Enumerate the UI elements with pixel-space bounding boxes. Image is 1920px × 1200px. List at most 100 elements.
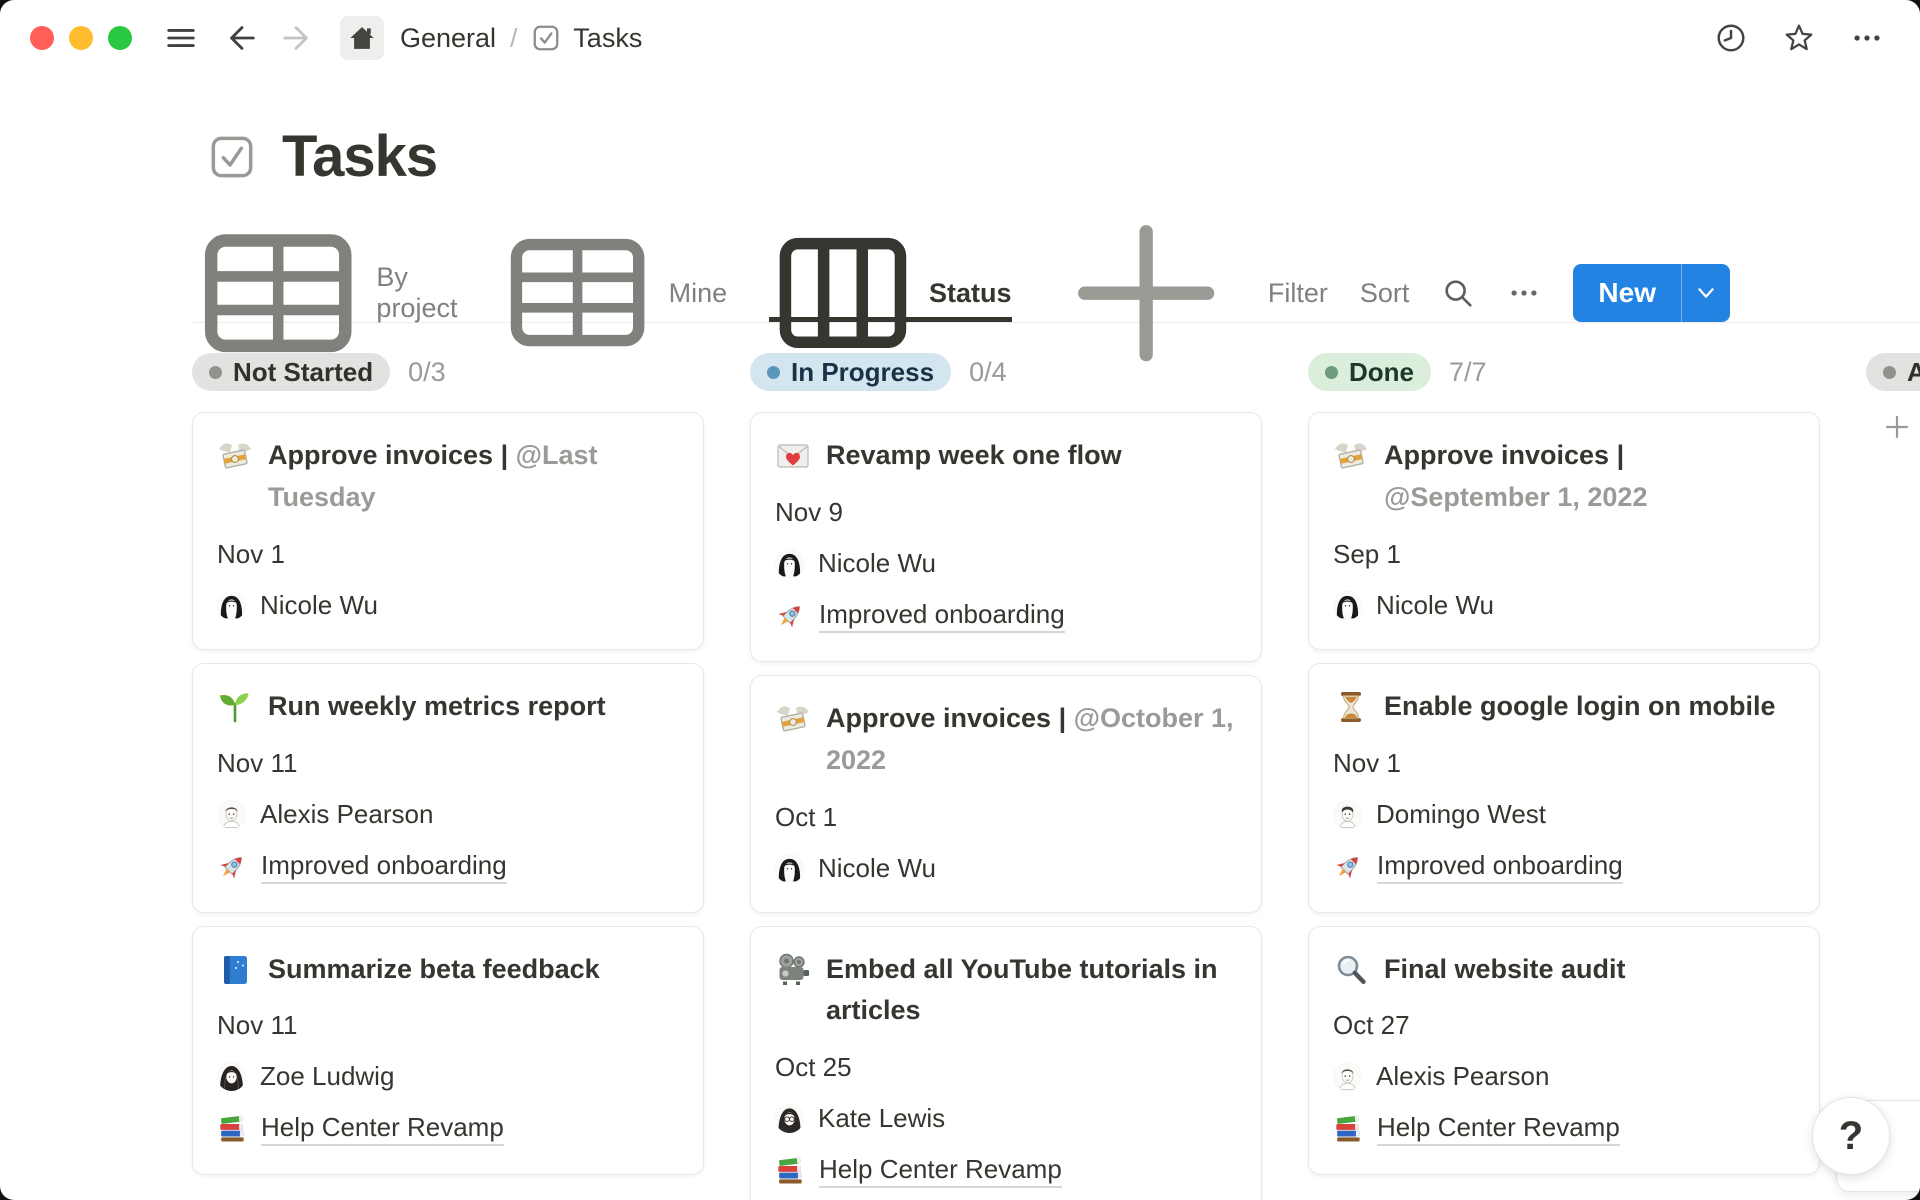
status-label: A xyxy=(1907,357,1920,388)
card-title-text: Final website audit xyxy=(1384,954,1626,984)
tab-by-project[interactable]: By project xyxy=(192,264,457,322)
add-view-button[interactable] xyxy=(1054,264,1238,322)
help-button[interactable]: ? xyxy=(1812,1097,1890,1175)
task-card[interactable]: Embed all YouTube tutorials in articlesO… xyxy=(750,926,1262,1200)
card-title: Approve invoices | @October 1, 2022 xyxy=(826,698,1237,782)
card-title: Embed all YouTube tutorials in articles xyxy=(826,949,1237,1033)
status-pill[interactable]: Not Started xyxy=(192,353,390,391)
search-button[interactable] xyxy=(1441,276,1475,310)
card-date: Nov 1 xyxy=(217,539,679,570)
card-date: Nov 1 xyxy=(1333,748,1795,779)
breadcrumb-root[interactable]: General xyxy=(400,23,496,54)
search-icon xyxy=(1441,276,1475,310)
project-row: Help Center Revamp xyxy=(1333,1112,1795,1146)
status-dot-icon xyxy=(1325,366,1338,379)
card-mention: @September 1, 2022 xyxy=(1384,482,1647,512)
card-title-text: Revamp week one flow xyxy=(826,440,1122,470)
filter-button[interactable]: Filter xyxy=(1268,278,1328,309)
assignee-name: Domingo West xyxy=(1376,799,1546,830)
forward-button[interactable] xyxy=(280,21,314,55)
assignee-row: Kate Lewis xyxy=(775,1103,1237,1134)
project-link[interactable]: Improved onboarding xyxy=(1377,850,1623,884)
view-tabbar: By project Mine Status Filter Sort New xyxy=(192,264,1920,323)
star-icon xyxy=(1782,21,1816,55)
hourglass-icon xyxy=(1333,689,1369,725)
avatar-domingo-west xyxy=(1333,800,1362,829)
project-link[interactable]: Help Center Revamp xyxy=(261,1112,504,1146)
card-title-row: Run weekly metrics report xyxy=(217,686,679,728)
board-column-done: Done 7/7 Approve invoices | @September 1, … xyxy=(1308,352,1820,1200)
column-header: A xyxy=(1866,352,1920,392)
back-button[interactable] xyxy=(224,21,258,55)
card-title: Approve invoices | @Last Tuesday xyxy=(268,435,679,519)
project-link[interactable]: Improved onboarding xyxy=(261,850,507,884)
card-title-text: Approve invoices | xyxy=(268,440,508,470)
sort-button[interactable]: Sort xyxy=(1360,278,1410,309)
tab-label: Mine xyxy=(669,278,728,309)
traffic-light-close[interactable] xyxy=(30,26,54,50)
card-date: Sep 1 xyxy=(1333,539,1795,570)
task-card[interactable]: Run weekly metrics reportNov 11Alexis Pe… xyxy=(192,663,704,913)
avatar-zoe-ludwig xyxy=(217,1062,246,1091)
menu-button[interactable] xyxy=(164,21,198,55)
card-title-text: Run weekly metrics report xyxy=(268,691,606,721)
column-count: 7/7 xyxy=(1449,357,1487,388)
assignee-row: Alexis Pearson xyxy=(217,799,679,830)
hamburger-icon xyxy=(164,21,198,55)
status-pill[interactable]: In Progress xyxy=(750,353,951,391)
card-title-text: Embed all YouTube tutorials in articles xyxy=(826,954,1218,1026)
view-options-button[interactable] xyxy=(1507,276,1541,310)
card-date: Nov 9 xyxy=(775,497,1237,528)
new-button[interactable]: New xyxy=(1573,264,1681,322)
card-date: Nov 11 xyxy=(217,1010,679,1041)
task-card[interactable]: Enable google login on mobile Nov 1 Doming… xyxy=(1308,663,1820,913)
assignee-row: Domingo West xyxy=(1333,799,1795,830)
checkbox-icon[interactable] xyxy=(208,133,256,181)
ellipsis-icon xyxy=(1850,21,1884,55)
task-card[interactable]: Approve invoices | @September 1, 2022Sep… xyxy=(1308,412,1820,650)
task-card[interactable]: Final website auditOct 27Alexis PearsonH… xyxy=(1308,926,1820,1176)
card-title-row: Enable google login on mobile xyxy=(1333,686,1795,728)
books-icon xyxy=(1333,1114,1363,1144)
task-card[interactable]: Approve invoices | @Last TuesdayNov 1Nic… xyxy=(192,412,704,650)
seedling-icon xyxy=(217,689,253,725)
traffic-light-zoom[interactable] xyxy=(108,26,132,50)
project-link[interactable]: Improved onboarding xyxy=(819,599,1065,633)
rocket-icon xyxy=(775,601,805,631)
status-pill[interactable]: Done xyxy=(1308,353,1431,391)
topbar-actions xyxy=(1714,21,1890,55)
avatar-kate-lewis xyxy=(775,1104,804,1133)
card-title-row: Approve invoices | @October 1, 2022 xyxy=(775,698,1237,782)
avatar-alexis-pearson xyxy=(1333,1062,1362,1091)
tab-mine[interactable]: Mine xyxy=(499,264,727,322)
column-count: 0/4 xyxy=(969,357,1007,388)
back-arrow-icon xyxy=(224,21,258,55)
tab-status[interactable]: Status xyxy=(769,264,1011,322)
traffic-light-minimize[interactable] xyxy=(69,26,93,50)
view-toolbar: Filter Sort New xyxy=(1268,264,1730,322)
board: Not Started0/3Approve invoices | @Last T… xyxy=(0,352,1920,1200)
card-title-text: Summarize beta feedback xyxy=(268,954,600,984)
new-dropdown-button[interactable] xyxy=(1681,264,1730,322)
add-card-button[interactable] xyxy=(1882,412,1912,442)
avatar-nicole-wu xyxy=(775,549,804,578)
home-button[interactable] xyxy=(340,16,384,60)
table-icon xyxy=(499,214,656,371)
rocket-icon xyxy=(217,852,247,882)
assignee-name: Kate Lewis xyxy=(818,1103,945,1134)
task-card[interactable]: Approve invoices | @October 1, 2022Oct 1… xyxy=(750,675,1262,913)
breadcrumb-page[interactable]: Tasks xyxy=(573,23,642,54)
history-button[interactable] xyxy=(1714,21,1748,55)
status-pill[interactable]: A xyxy=(1866,353,1920,391)
project-link[interactable]: Help Center Revamp xyxy=(819,1154,1062,1188)
task-card[interactable]: Summarize beta feedbackNov 11Zoe LudwigH… xyxy=(192,926,704,1176)
task-card[interactable]: Revamp week one flowNov 9Nicole WuImprov… xyxy=(750,412,1262,662)
assignee-row: Nicole Wu xyxy=(775,853,1237,884)
favorite-button[interactable] xyxy=(1782,21,1816,55)
more-button[interactable] xyxy=(1850,21,1884,55)
project-link[interactable]: Help Center Revamp xyxy=(1377,1112,1620,1146)
assignee-name: Alexis Pearson xyxy=(260,799,433,830)
column-header: Done 7/7 xyxy=(1308,352,1820,392)
tab-label: Status xyxy=(929,278,1012,309)
books-icon xyxy=(217,1114,247,1144)
